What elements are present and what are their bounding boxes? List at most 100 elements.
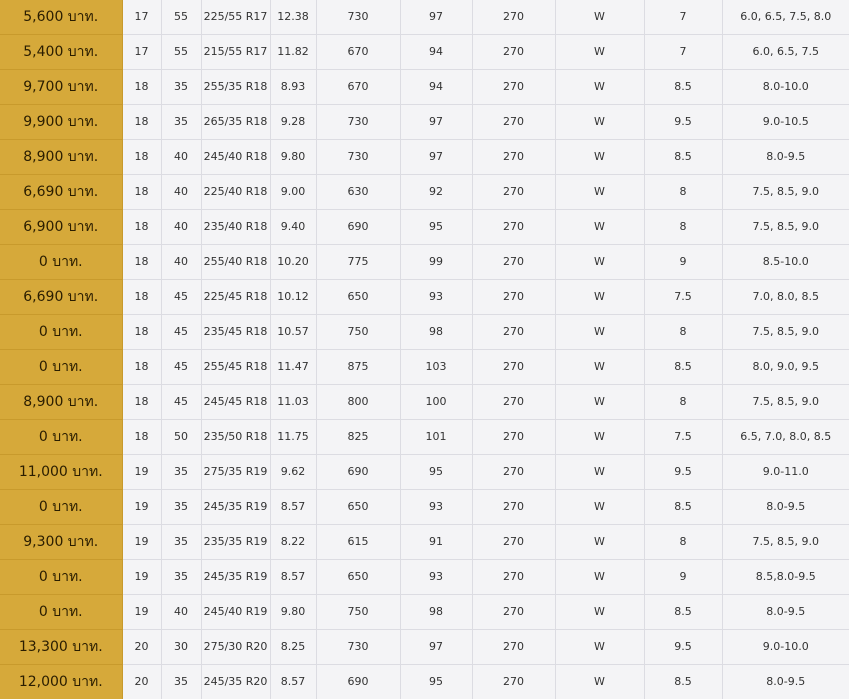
rim-diameter-cell: 18 — [121, 69, 162, 105]
rim-width-cell: 8.5 — [643, 664, 723, 699]
speed-symbol-cell: W — [554, 349, 645, 385]
table-row: 0 บาท. 18 45 235/45 R18 10.57 750 98 270 W 8 7.5, … — [0, 314, 849, 350]
rim-width-cell: 9.5 — [643, 454, 723, 490]
weight-cell: 9.80 — [269, 139, 317, 175]
tire-size-cell: 245/40 R18 — [200, 139, 271, 175]
rim-range-cell: 7.5, 8.5, 9.0 — [721, 209, 849, 245]
load-kg-cell: 615 — [315, 524, 401, 560]
rim-width-cell: 9 — [643, 244, 723, 280]
tire-size-cell: 245/35 R20 — [200, 664, 271, 699]
table-row: 9,900 บาท. 18 35 265/35 R18 9.28 730 97 270 W 9.5… — [0, 104, 849, 140]
weight-cell: 8.22 — [269, 524, 317, 560]
rim-diameter-cell: 18 — [121, 244, 162, 280]
speed-symbol-cell: W — [554, 0, 645, 35]
rim-diameter-cell: 18 — [121, 174, 162, 210]
load-index-cell: 101 — [399, 419, 473, 455]
weight-cell: 9.00 — [269, 174, 317, 210]
rim-range-cell: 9.0-10.5 — [721, 104, 849, 140]
rim-diameter-cell: 18 — [121, 419, 162, 455]
price-cell: 5,600 บาท. — [0, 0, 123, 35]
tire-size-cell: 265/35 R18 — [200, 104, 271, 140]
load-kg-cell: 630 — [315, 174, 401, 210]
aspect-ratio-cell: 45 — [160, 349, 202, 385]
aspect-ratio-cell: 30 — [160, 629, 202, 665]
weight-cell: 8.57 — [269, 489, 317, 525]
rim-range-cell: 9.0-10.0 — [721, 629, 849, 665]
rim-range-cell: 8.5-10.0 — [721, 244, 849, 280]
rim-width-cell: 8 — [643, 524, 723, 560]
load-kg-cell: 750 — [315, 314, 401, 350]
price-cell: 5,400 บาท. — [0, 34, 123, 70]
rim-range-cell: 7.5, 8.5, 9.0 — [721, 384, 849, 420]
rim-diameter-cell: 18 — [121, 349, 162, 385]
rim-width-cell: 7.5 — [643, 419, 723, 455]
weight-cell: 11.75 — [269, 419, 317, 455]
speed-symbol-cell: W — [554, 244, 645, 280]
speed-symbol-cell: W — [554, 139, 645, 175]
speed-symbol-cell: W — [554, 524, 645, 560]
aspect-ratio-cell: 35 — [160, 69, 202, 105]
load-kg-cell: 730 — [315, 0, 401, 35]
speed-kmh-cell: 270 — [471, 419, 556, 455]
speed-kmh-cell: 270 — [471, 104, 556, 140]
weight-cell: 9.40 — [269, 209, 317, 245]
load-index-cell: 92 — [399, 174, 473, 210]
tire-size-cell: 245/40 R19 — [200, 594, 271, 630]
table-row: 0 บาท. 19 35 245/35 R19 8.57 650 93 270 W 8.5 8.0-… — [0, 489, 849, 525]
weight-cell: 9.28 — [269, 104, 317, 140]
tire-size-cell: 275/35 R19 — [200, 454, 271, 490]
aspect-ratio-cell: 45 — [160, 279, 202, 315]
rim-width-cell: 7 — [643, 34, 723, 70]
tire-size-cell: 225/40 R18 — [200, 174, 271, 210]
load-index-cell: 94 — [399, 34, 473, 70]
aspect-ratio-cell: 40 — [160, 209, 202, 245]
aspect-ratio-cell: 40 — [160, 174, 202, 210]
price-cell: 0 บาท. — [0, 349, 123, 385]
speed-symbol-cell: W — [554, 454, 645, 490]
rim-width-cell: 8 — [643, 314, 723, 350]
load-index-cell: 97 — [399, 0, 473, 35]
rim-range-cell: 6.0, 6.5, 7.5 — [721, 34, 849, 70]
speed-kmh-cell: 270 — [471, 279, 556, 315]
load-index-cell: 97 — [399, 139, 473, 175]
speed-kmh-cell: 270 — [471, 139, 556, 175]
weight-cell: 10.20 — [269, 244, 317, 280]
load-index-cell: 91 — [399, 524, 473, 560]
weight-cell: 11.47 — [269, 349, 317, 385]
load-kg-cell: 730 — [315, 139, 401, 175]
speed-kmh-cell: 270 — [471, 244, 556, 280]
speed-kmh-cell: 270 — [471, 594, 556, 630]
price-cell: 0 บาท. — [0, 314, 123, 350]
rim-diameter-cell: 18 — [121, 384, 162, 420]
aspect-ratio-cell: 35 — [160, 104, 202, 140]
table-body: 5,600 บาท. 17 55 225/55 R17 12.38 730 97 270 W 7 6… — [0, 0, 849, 699]
price-cell: 0 บาท. — [0, 594, 123, 630]
tire-size-cell: 235/35 R19 — [200, 524, 271, 560]
rim-range-cell: 6.0, 6.5, 7.5, 8.0 — [721, 0, 849, 35]
tire-size-cell: 255/45 R18 — [200, 349, 271, 385]
weight-cell: 8.57 — [269, 664, 317, 699]
rim-range-cell: 8.0-9.5 — [721, 489, 849, 525]
table-row: 9,300 บาท. 19 35 235/35 R19 8.22 615 91 270 W 8 7.… — [0, 524, 849, 560]
price-cell: 0 บาท. — [0, 419, 123, 455]
tire-size-cell: 275/30 R20 — [200, 629, 271, 665]
speed-symbol-cell: W — [554, 594, 645, 630]
aspect-ratio-cell: 35 — [160, 489, 202, 525]
rim-width-cell: 8.5 — [643, 139, 723, 175]
table-row: 13,300 บาท. 20 30 275/30 R20 8.25 730 97 270 W 9.… — [0, 629, 849, 665]
rim-range-cell: 9.0-11.0 — [721, 454, 849, 490]
load-kg-cell: 650 — [315, 489, 401, 525]
load-kg-cell: 690 — [315, 664, 401, 699]
speed-symbol-cell: W — [554, 419, 645, 455]
table-row: 0 บาท. 18 45 255/45 R18 11.47 875 103 270 W 8.5 8.… — [0, 349, 849, 385]
table-row: 9,700 บาท. 18 35 255/35 R18 8.93 670 94 270 W 8.5… — [0, 69, 849, 105]
load-index-cell: 93 — [399, 489, 473, 525]
load-index-cell: 98 — [399, 314, 473, 350]
price-cell: 6,690 บาท. — [0, 279, 123, 315]
weight-cell: 10.12 — [269, 279, 317, 315]
speed-symbol-cell: W — [554, 384, 645, 420]
speed-kmh-cell: 270 — [471, 664, 556, 699]
table-row: 5,400 บาท. 17 55 215/55 R17 11.82 670 94 270 W 7 6… — [0, 34, 849, 70]
load-kg-cell: 690 — [315, 454, 401, 490]
speed-symbol-cell: W — [554, 629, 645, 665]
